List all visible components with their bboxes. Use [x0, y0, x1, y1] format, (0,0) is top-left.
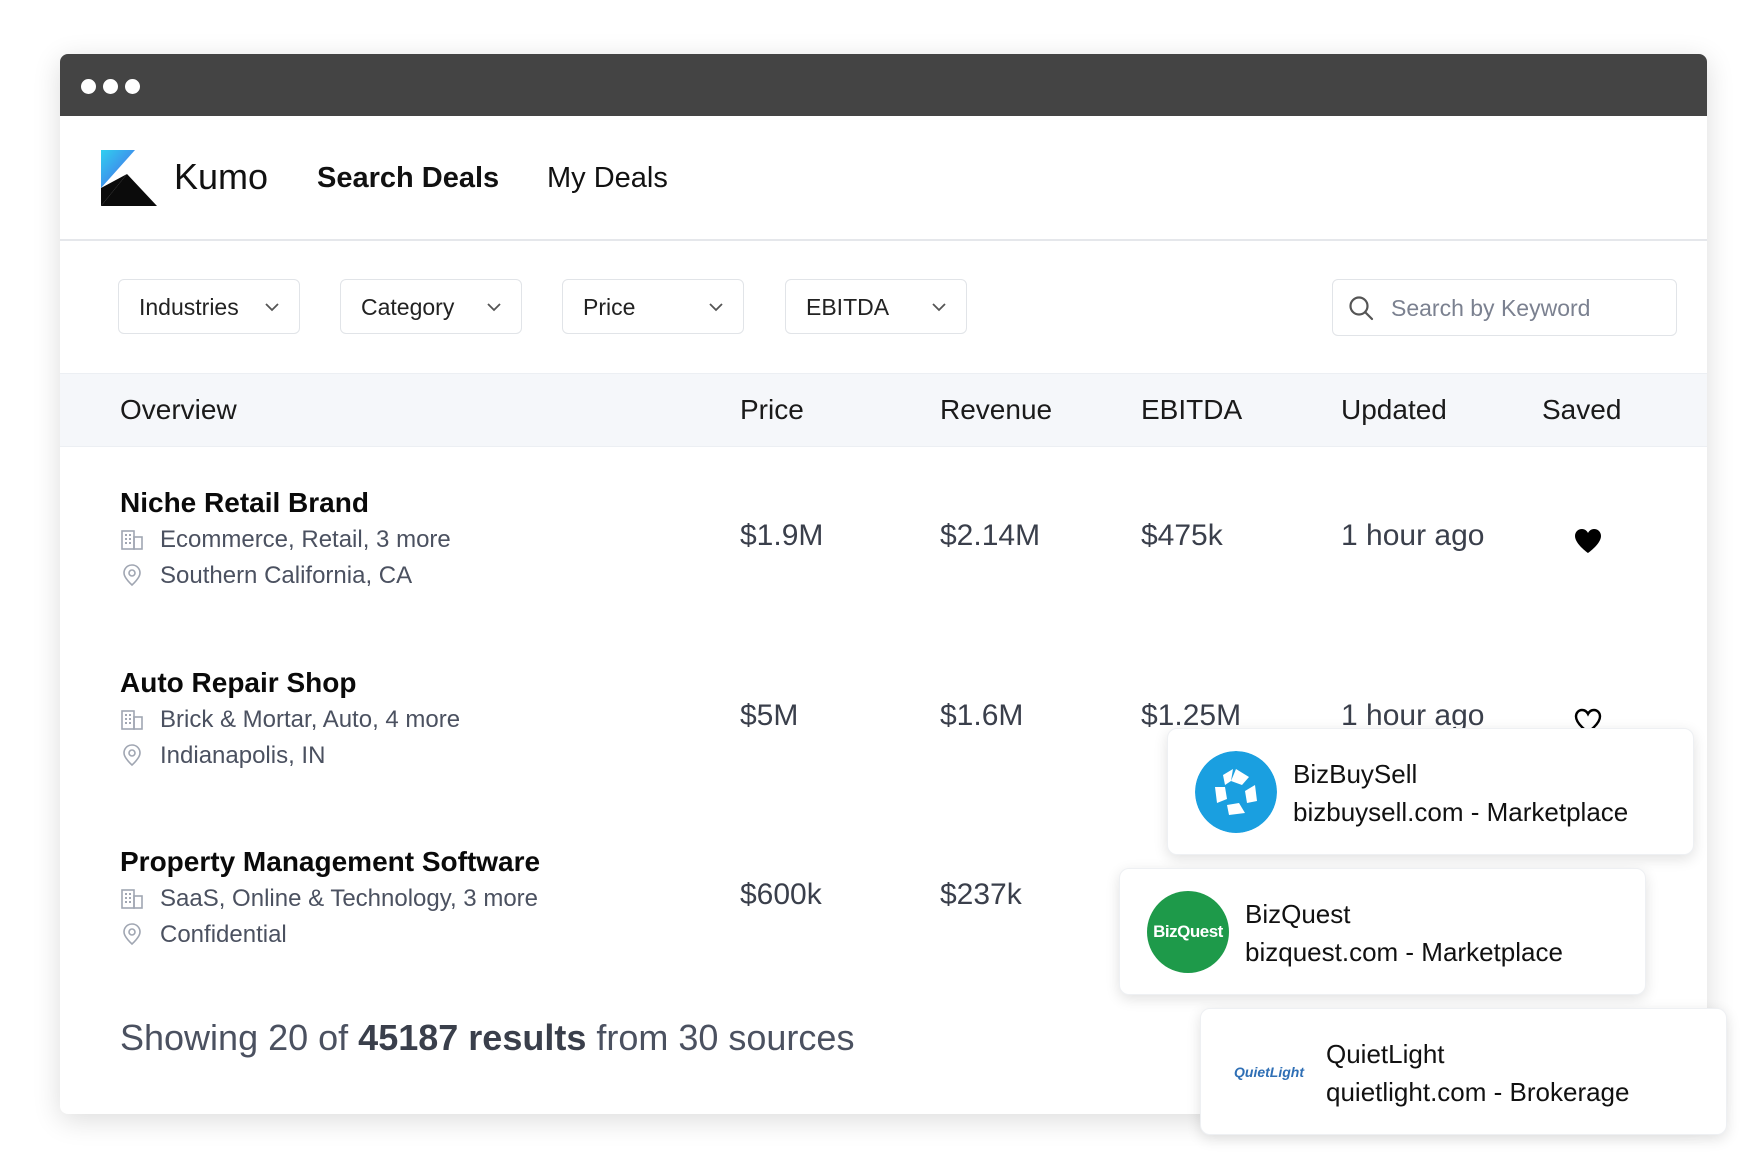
location-pin-icon	[123, 923, 141, 946]
deal-location-text: Confidential	[160, 921, 287, 948]
search-input[interactable]	[1389, 290, 1663, 326]
deal-industries: SaaS, Online & Technology, 3 more	[120, 885, 538, 913]
header-saved[interactable]: Saved	[1542, 394, 1621, 426]
deal-title[interactable]: Niche Retail Brand	[120, 487, 369, 519]
results-count: 45187 results	[358, 1017, 587, 1058]
deal-industries-text: Brick & Mortar, Auto, 4 more	[160, 706, 461, 733]
filter-label: Category	[361, 294, 455, 320]
source-card-bizbuysell[interactable]: BizBuySell bizbuysell.com - Marketplace	[1167, 728, 1694, 855]
chevron-down-icon	[932, 303, 946, 312]
deal-location-text: Southern California, CA	[160, 562, 413, 589]
source-card-quietlight[interactable]: QuietLight QuietLight quietlight.com - B…	[1200, 1008, 1727, 1135]
deal-updated: 1 hour ago	[1341, 519, 1485, 552]
ebitda-filter[interactable]: EBITDA	[785, 279, 967, 334]
deal-location: Southern California, CA	[120, 562, 412, 590]
table-row[interactable]: Niche Retail Brand Ecommerce, Retail, 3 …	[60, 487, 1707, 665]
source-name: QuietLight	[1326, 1039, 1445, 1069]
window-dot	[103, 79, 118, 94]
category-filter[interactable]: Category	[340, 279, 522, 334]
deal-industries-text: Ecommerce, Retail, 3 more	[160, 526, 451, 553]
deal-title[interactable]: Auto Repair Shop	[120, 667, 356, 699]
building-icon	[121, 889, 143, 909]
building-icon	[121, 530, 143, 550]
deal-industries: Ecommerce, Retail, 3 more	[120, 526, 451, 554]
table-header: Overview Price Revenue EBITDA Updated Sa…	[60, 373, 1707, 447]
search-icon	[1349, 296, 1374, 321]
chevron-down-icon	[709, 303, 723, 312]
bizbuysell-logo-icon	[1195, 751, 1277, 833]
filter-bar: Industries Category Price EBITDA	[60, 241, 1707, 373]
location-pin-icon	[123, 564, 141, 587]
deal-revenue: $2.14M	[940, 519, 1041, 552]
deal-revenue: $237k	[940, 878, 1022, 911]
chevron-down-icon	[265, 303, 279, 312]
deal-location: Confidential	[120, 921, 287, 949]
industries-filter[interactable]: Industries	[118, 279, 300, 334]
filter-label: Price	[583, 294, 636, 320]
filter-label: Industries	[139, 294, 239, 320]
header-price[interactable]: Price	[740, 394, 804, 426]
heart-filled-icon[interactable]	[1573, 527, 1603, 555]
deal-title[interactable]: Property Management Software	[120, 846, 540, 878]
quietlight-logo-icon: QuietLight	[1228, 1031, 1310, 1113]
quietlight-logo-text: QuietLight	[1234, 1064, 1304, 1080]
building-icon	[121, 710, 143, 730]
source-desc: quietlight.com - Brokerage	[1326, 1077, 1630, 1107]
results-prefix: Showing 20 of	[120, 1017, 359, 1058]
nav-my-deals[interactable]: My Deals	[547, 162, 668, 195]
results-summary: Showing 20 of 45187 results from 30 sour…	[120, 1017, 854, 1059]
deal-revenue: $1.6M	[940, 699, 1024, 732]
price-filter[interactable]: Price	[562, 279, 744, 334]
results-suffix: from 30 sources	[586, 1017, 855, 1058]
bizquest-logo-icon: BizQuest	[1147, 891, 1229, 973]
header-revenue[interactable]: Revenue	[940, 394, 1052, 426]
kumo-logo-icon	[101, 150, 157, 206]
deal-price: $600k	[740, 878, 822, 911]
header-ebitda[interactable]: EBITDA	[1141, 394, 1242, 426]
deal-industries: Brick & Mortar, Auto, 4 more	[120, 706, 460, 734]
nav-search-deals[interactable]: Search Deals	[317, 162, 499, 195]
deal-location-text: Indianapolis, IN	[160, 742, 326, 769]
deal-price: $5M	[740, 699, 799, 732]
window-dot	[125, 79, 140, 94]
deal-location: Indianapolis, IN	[120, 742, 325, 770]
filter-label: EBITDA	[806, 294, 890, 320]
source-desc: bizquest.com - Marketplace	[1245, 937, 1563, 967]
deal-ebitda: $475k	[1141, 519, 1223, 552]
bizquest-logo-text: BizQuest	[1153, 922, 1223, 941]
top-nav: Kumo Search Deals My Deals	[60, 116, 1707, 241]
header-updated[interactable]: Updated	[1341, 394, 1447, 426]
source-card-bizquest[interactable]: BizQuest BizQuest bizquest.com - Marketp…	[1119, 868, 1646, 995]
source-name: BizQuest	[1245, 899, 1351, 929]
location-pin-icon	[123, 744, 141, 767]
brand-name: Kumo	[174, 156, 269, 197]
header-overview[interactable]: Overview	[120, 394, 237, 426]
chevron-down-icon	[487, 303, 501, 312]
source-desc: bizbuysell.com - Marketplace	[1293, 797, 1629, 827]
window-chrome	[60, 54, 1707, 116]
keyword-search	[1332, 279, 1677, 336]
deal-price: $1.9M	[740, 519, 824, 552]
deal-industries-text: SaaS, Online & Technology, 3 more	[160, 885, 538, 912]
source-name: BizBuySell	[1293, 759, 1418, 789]
window-dot	[81, 79, 96, 94]
